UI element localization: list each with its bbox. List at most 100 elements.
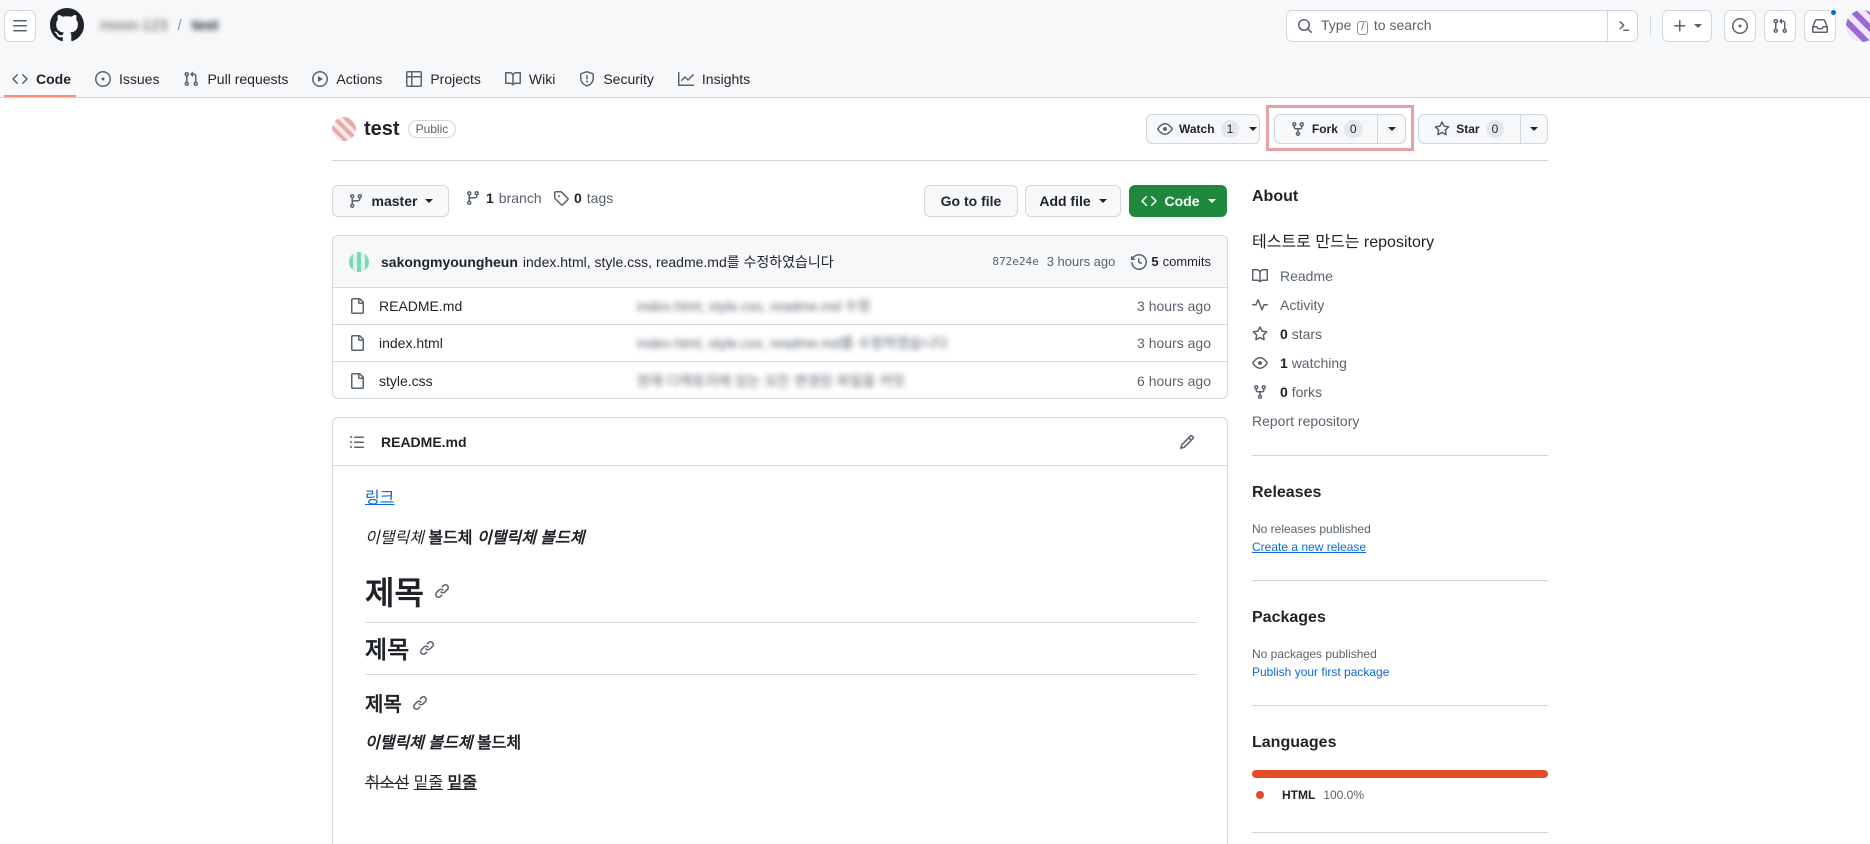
commit-meta: 872e24e 3 hours ago 5 commits (992, 253, 1211, 270)
sidebar-divider (1252, 832, 1548, 833)
star-main[interactable]: Star 0 (1419, 115, 1520, 143)
forks-link[interactable]: 0 forks (1252, 384, 1322, 400)
file-name[interactable]: style.css (379, 373, 637, 389)
readme-header: README.md (333, 418, 1227, 466)
file-list: sakongmyoungheun index.html, style.css, … (332, 235, 1228, 399)
tab-code[interactable]: Code (12, 62, 83, 92)
file-name[interactable]: index.html (379, 335, 637, 351)
create-new-button[interactable] (1662, 10, 1712, 42)
menu-icon (13, 20, 27, 32)
packages-empty: No packages published (1252, 647, 1377, 661)
star-icon (1434, 121, 1450, 136)
issues-button[interactable] (1724, 10, 1756, 42)
star-button[interactable]: Star 0 (1418, 114, 1548, 144)
tab-pull-requests[interactable]: Pull requests (183, 62, 300, 92)
commits-link[interactable]: 5 commits (1131, 253, 1211, 270)
file-row-index[interactable]: index.html index.html, style.css, readme… (333, 325, 1227, 362)
packages-title[interactable]: Packages (1252, 609, 1548, 627)
watching-link[interactable]: 1 watching (1252, 355, 1347, 371)
readme-link[interactable]: 링크 (365, 484, 394, 508)
readme-filename[interactable]: README.md (381, 434, 467, 450)
tags-link[interactable]: 0 tags (553, 190, 613, 206)
tab-insights[interactable]: Insights (677, 62, 762, 92)
pencil-icon[interactable] (1179, 434, 1195, 450)
readme-link[interactable]: Readme (1252, 268, 1333, 284)
commit-author[interactable]: sakongmyoungheun (381, 254, 518, 270)
create-release-link[interactable]: Create a new release (1252, 540, 1548, 554)
go-to-file-button[interactable]: Go to file (924, 185, 1018, 217)
eye-icon (1252, 357, 1268, 369)
terminal-icon (1619, 21, 1629, 31)
breadcrumb-owner[interactable]: moon-123 (100, 17, 168, 34)
readme-heading-3: 제목 (365, 688, 428, 717)
language-item[interactable]: HTML 100.0% (1256, 788, 1364, 802)
hamburger-menu-button[interactable] (4, 10, 36, 42)
commit-message[interactable]: index.html, style.css, readme.md를 수정하였습니… (523, 252, 834, 272)
file-age: 3 hours ago (1137, 335, 1211, 351)
repo-forked-icon (1254, 385, 1266, 400)
file-icon (351, 298, 364, 314)
tab-wiki[interactable]: Wiki (504, 62, 567, 92)
file-age: 6 hours ago (1137, 372, 1211, 389)
link-icon[interactable] (419, 640, 435, 656)
activity-link[interactable]: Activity (1252, 297, 1324, 313)
tab-actions[interactable]: Actions (312, 62, 394, 92)
graph-icon (677, 72, 694, 86)
file-row-style[interactable]: style.css 현재 디렉토리에 있는 모든 변경된 파일을 커밋 6 ho… (333, 362, 1227, 398)
file-commit-message[interactable]: index.html, style.css, readme.md 수정 (637, 296, 871, 316)
stars-link[interactable]: 0 stars (1252, 326, 1322, 342)
list-unordered-icon[interactable] (349, 434, 365, 450)
github-logo-icon[interactable] (50, 8, 84, 42)
watch-main[interactable]: Watch 1 (1147, 115, 1247, 143)
readme-line-1: 이탤릭체 볼드체 이탤릭체 볼드체 (365, 530, 585, 547)
repo-nav: Code Issues Pull requests Actions Projec… (12, 62, 774, 98)
notification-indicator (1829, 8, 1838, 17)
git-pull-request-icon (184, 71, 199, 87)
tab-security[interactable]: Security (579, 62, 666, 92)
file-name[interactable]: README.md (379, 298, 637, 314)
watch-button[interactable]: Watch 1 (1146, 114, 1260, 144)
star-dropdown[interactable] (1519, 115, 1548, 143)
branches-link[interactable]: 1 branch (465, 190, 542, 206)
publish-package-link[interactable]: Publish your first package (1252, 665, 1548, 679)
branch-select-button[interactable]: master (332, 185, 449, 217)
file-row-readme[interactable]: README.md index.html, style.css, readme.… (333, 288, 1227, 325)
file-commit-message[interactable]: 현재 디렉토리에 있는 모든 변경된 파일을 커밋 (637, 371, 905, 391)
book-icon (1252, 268, 1268, 283)
chevron-down-icon (1529, 127, 1538, 131)
readme-line-3: 취소선 밑줄 밑줄 (365, 775, 477, 792)
command-palette-button[interactable] (1607, 11, 1637, 41)
issue-opened-icon (95, 71, 111, 87)
readme-panel: README.md 링크 이탤릭체 볼드체 이탤릭체 볼드체 제목 제목 제목 … (332, 417, 1228, 844)
tab-issues[interactable]: Issues (95, 62, 171, 92)
star-icon (1252, 326, 1268, 341)
report-repository-link[interactable]: Report repository (1252, 413, 1359, 429)
latest-commit: sakongmyoungheun index.html, style.css, … (333, 236, 1227, 288)
releases-title[interactable]: Releases (1252, 484, 1548, 502)
watch-dropdown[interactable] (1247, 115, 1259, 143)
link-icon[interactable] (412, 695, 428, 711)
tab-projects[interactable]: Projects (406, 62, 493, 92)
add-file-button[interactable]: Add file (1025, 185, 1121, 217)
inbox-icon (1812, 19, 1828, 33)
link-icon[interactable] (434, 583, 450, 599)
repo-name[interactable]: test (364, 118, 400, 141)
commit-hash[interactable]: 872e24e (992, 255, 1038, 268)
pull-requests-button[interactable] (1764, 10, 1796, 42)
breadcrumb-repo[interactable]: test (192, 17, 219, 34)
repo-owner-avatar (332, 117, 356, 141)
file-commit-message[interactable]: index.html, style.css, readme.md를 수정하였습니… (637, 333, 948, 353)
commit-author-avatar[interactable] (349, 251, 369, 272)
user-avatar[interactable] (1846, 10, 1870, 42)
chevron-down-icon (425, 199, 434, 203)
issue-opened-icon (1732, 18, 1748, 34)
readme-heading-2: 제목 (365, 630, 435, 665)
file-icon (351, 372, 364, 389)
search-placeholder: Type / to search (1321, 17, 1432, 35)
plus-icon (1674, 20, 1686, 32)
chevron-down-icon (1694, 24, 1702, 28)
active-tab-indicator (4, 95, 76, 97)
code-download-button[interactable]: Code (1129, 185, 1227, 217)
search-input[interactable]: Type / to search (1286, 10, 1638, 42)
heading-2-rule (365, 674, 1197, 675)
